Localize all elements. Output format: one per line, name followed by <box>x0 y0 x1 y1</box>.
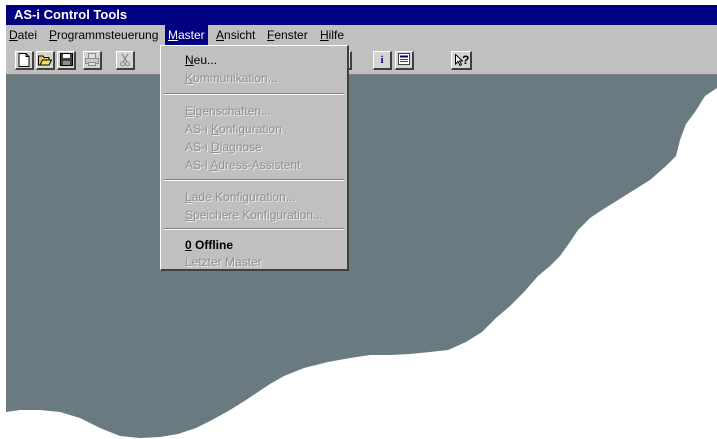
new-file-button[interactable] <box>15 51 34 70</box>
menu-item-asi-diagnose[interactable]: AS-i Diagnose <box>185 138 262 156</box>
menu-item-kommunikation-label: ommunikation... <box>193 71 278 85</box>
menu-fenster-label: enster <box>274 28 308 42</box>
menu-item-eigenschaften-accel: E <box>185 104 194 118</box>
menu-item-speichere-konfiguration-accel: S <box>185 208 194 222</box>
menu-master-accel: M <box>168 28 178 42</box>
menu-item-letzter-master-label: Letzter Master <box>185 255 262 269</box>
context-help-icon: ? <box>452 52 470 68</box>
menu-ansicht[interactable]: Ansicht <box>213 25 258 45</box>
menu-datei-accel: D <box>9 28 18 42</box>
menu-programmsteuerung-accel: P <box>49 28 58 42</box>
new-file-icon <box>18 53 30 67</box>
menu-datei[interactable]: Datei <box>6 25 40 45</box>
toolbar: i ? <box>6 45 717 75</box>
context-help-button[interactable]: ? <box>451 51 472 70</box>
cut-button[interactable] <box>116 51 135 70</box>
properties-icon <box>398 53 410 65</box>
menu-item-offline-label: Offline <box>191 238 234 252</box>
menu-hilfe-accel: H <box>320 28 329 42</box>
menu-item-asi-konfiguration-accel: K <box>211 122 220 136</box>
menu-item-asi-diagnose-pre: AS-i <box>185 140 212 154</box>
menu-item-kommunikation-accel: K <box>185 71 194 85</box>
menu-item-asi-adress-assistent[interactable]: AS-i Adress-Assistent <box>185 156 300 174</box>
open-button[interactable] <box>36 51 55 70</box>
menu-programmsteuerung-label: rogrammsteuerung <box>57 28 159 42</box>
menu-item-offline[interactable]: 0 Offline <box>185 236 233 254</box>
properties-button[interactable] <box>395 51 414 70</box>
menu-item-letzter-master[interactable]: Letzter Master <box>185 253 262 271</box>
window-title: AS-i Control Tools <box>14 7 128 22</box>
open-folder-icon <box>38 55 52 66</box>
menu-ansicht-accel: A <box>216 28 225 42</box>
workspace-background <box>6 75 717 438</box>
menu-hilfe[interactable]: Hilfe <box>317 25 347 45</box>
menu-item-asi-diagnose-accel: D <box>211 140 220 154</box>
context-help-glyph: ? <box>462 53 470 67</box>
master-menu-dropdown: Neu... Kommunikation... Eigenschaften...… <box>160 45 349 271</box>
print-button[interactable] <box>83 51 102 70</box>
menu-datei-label: atei <box>17 28 38 42</box>
menu-separator <box>164 179 344 181</box>
menu-item-speichere-konfiguration[interactable]: Speichere Konfiguration... <box>185 206 323 224</box>
cut-scissors-icon <box>120 53 130 67</box>
menu-item-lade-konfiguration-accel: L <box>185 190 192 204</box>
menu-item-asi-adress-assistent-label: dress-Assistent <box>218 158 301 172</box>
menu-item-eigenschaften-label: igenschaften... <box>193 104 272 118</box>
menu-item-asi-konfiguration-label: onfiguration <box>219 122 282 136</box>
save-disk-icon <box>59 53 73 66</box>
menu-item-lade-konfiguration-label: ade Konfiguration... <box>191 190 296 204</box>
menu-item-lade-konfiguration[interactable]: Lade Konfiguration... <box>185 188 296 206</box>
menu-master[interactable]: Master <box>165 25 208 45</box>
save-button[interactable] <box>57 51 76 70</box>
info-icon: i <box>380 54 384 66</box>
menu-item-eigenschaften[interactable]: Eigenschaften... <box>185 102 271 120</box>
menu-item-neu[interactable]: Neu... <box>185 51 217 69</box>
menu-fenster[interactable]: Fenster <box>264 25 311 45</box>
menu-item-asi-konfiguration-pre: AS-i <box>185 122 212 136</box>
window-title-bar[interactable]: AS-i Control Tools <box>6 5 717 25</box>
menu-hilfe-label: ilfe <box>328 28 345 42</box>
menu-programmsteuerung[interactable]: Programmsteuerung <box>46 25 161 45</box>
menu-item-neu-label: eu... <box>193 53 218 67</box>
menu-item-neu-accel: N <box>185 53 194 67</box>
menu-separator <box>164 228 344 230</box>
menu-item-kommunikation[interactable]: Kommunikation... <box>185 69 278 87</box>
menu-bar: Datei Programmsteuerung Master Ansicht F… <box>6 25 717 45</box>
menu-item-speichere-konfiguration-label: peichere Konfiguration... <box>193 208 324 222</box>
info-button[interactable]: i <box>373 51 392 70</box>
print-icon <box>85 53 99 66</box>
menu-item-asi-adress-assistent-pre: AS-i <box>185 158 211 172</box>
app-window: AS-i Control Tools Datei Programmsteueru… <box>0 0 717 439</box>
menu-item-asi-diagnose-label: iagnose <box>219 140 262 154</box>
menu-item-asi-konfiguration[interactable]: AS-i Konfiguration <box>185 120 282 138</box>
menu-ansicht-label: nsicht <box>224 28 256 42</box>
menu-master-label: aster <box>178 28 205 42</box>
menu-item-offline-accel: 0 <box>185 238 192 252</box>
menu-separator <box>164 93 344 95</box>
